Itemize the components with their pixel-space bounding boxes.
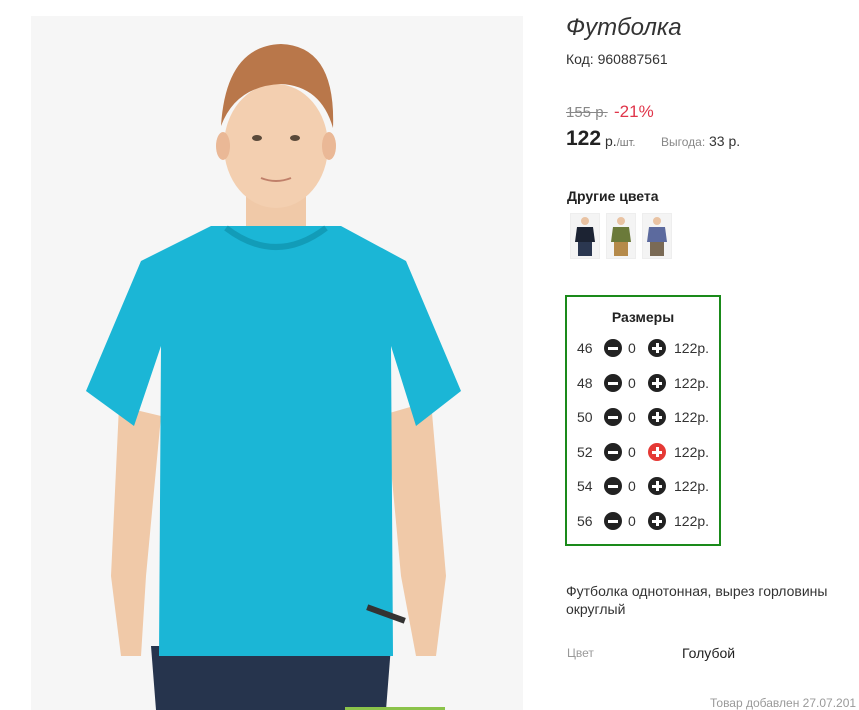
product-description: Футболка однотонная, вырез горловины окр…: [566, 583, 828, 617]
size-price: 122р.: [674, 513, 710, 529]
size-row-46: 46 0 122р.: [567, 337, 719, 359]
size-price: 122р.: [674, 375, 710, 391]
currency: р.: [605, 133, 617, 149]
minus-icon[interactable]: [604, 374, 622, 392]
price-unit: р./шт.: [605, 133, 635, 149]
color-attribute-label: Цвет: [567, 646, 594, 660]
plus-icon[interactable]: [648, 374, 666, 392]
quantity-value: 0: [628, 409, 636, 425]
size-row-56: 56 0 122р.: [567, 510, 719, 532]
color-attribute-value: Голубой: [682, 645, 736, 661]
savings-label: Выгода:: [661, 135, 706, 149]
size-row-48: 48 0 122р.: [567, 372, 719, 394]
minus-icon[interactable]: [604, 512, 622, 530]
size-label: 46: [577, 340, 593, 356]
size-row-50: 50 0 122р.: [567, 406, 719, 428]
size-price: 122р.: [674, 409, 710, 425]
color-swatch-slate-blue[interactable]: [642, 213, 672, 259]
minus-icon[interactable]: [604, 477, 622, 495]
other-colors-heading: Другие цвета: [567, 188, 659, 204]
size-label: 56: [577, 513, 593, 529]
size-label: 48: [577, 375, 593, 391]
sizes-heading: Размеры: [611, 309, 675, 325]
size-row-54: 54 0 122р.: [567, 475, 719, 497]
quantity-value: 0: [628, 444, 636, 460]
minus-icon[interactable]: [604, 339, 622, 357]
plus-icon[interactable]: [648, 512, 666, 530]
size-price: 122р.: [674, 444, 710, 460]
color-swatch-olive[interactable]: [606, 213, 636, 259]
savings-value: 33 р.: [709, 133, 741, 149]
added-date: Товар добавлен 27.07.201: [710, 696, 857, 710]
size-price: 122р.: [674, 340, 710, 356]
product-photo[interactable]: [31, 16, 523, 710]
minus-icon[interactable]: [604, 408, 622, 426]
quantity-value: 0: [628, 478, 636, 494]
minus-icon[interactable]: [604, 443, 622, 461]
sizes-panel: Размеры 46 0 122р. 48 0 122р. 50 0 122р.…: [565, 295, 721, 546]
per-unit: /шт.: [616, 137, 636, 149]
quantity-value: 0: [628, 340, 636, 356]
plus-icon[interactable]: [648, 339, 666, 357]
size-label: 50: [577, 409, 593, 425]
plus-icon[interactable]: [648, 408, 666, 426]
product-title: Футболка: [566, 14, 682, 41]
product-code: Код: 960887561: [566, 51, 668, 67]
current-price: 122: [566, 127, 602, 150]
old-price: 155 р.: [566, 104, 608, 121]
quantity-value: 0: [628, 375, 636, 391]
quantity-value: 0: [628, 513, 636, 529]
size-label: 54: [577, 478, 593, 494]
size-row-52: 52 0 122р.: [567, 441, 719, 463]
plus-icon[interactable]: [648, 443, 666, 461]
plus-icon[interactable]: [648, 477, 666, 495]
color-swatch-dark-navy[interactable]: [570, 213, 600, 259]
size-price: 122р.: [674, 478, 710, 494]
discount-badge: -21%: [614, 102, 654, 121]
size-label: 52: [577, 444, 593, 460]
